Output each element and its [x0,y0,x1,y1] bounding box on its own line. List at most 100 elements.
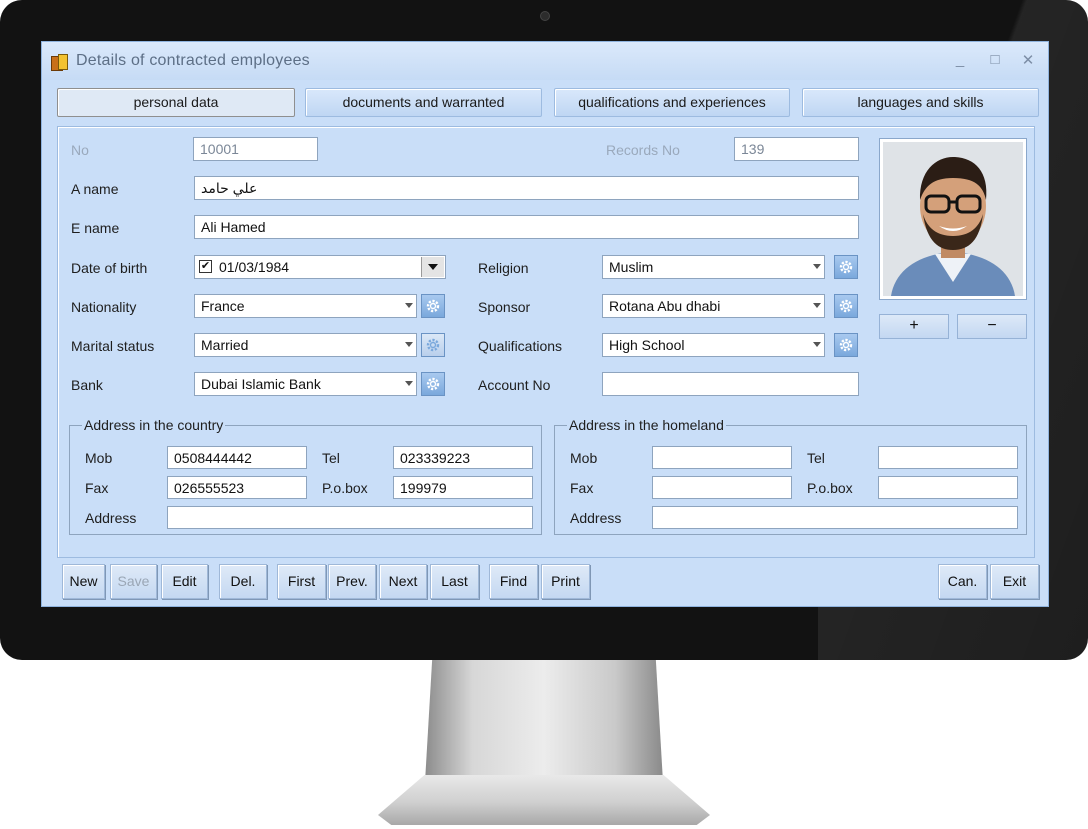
bank-select[interactable]: Dubai Islamic Bank [194,372,417,396]
religion-settings-button[interactable] [834,255,858,279]
homeland-address-field[interactable] [652,506,1018,529]
sponsor-settings-button[interactable] [834,294,858,318]
prev-button[interactable]: Prev. [328,564,376,599]
religion-select[interactable]: Muslim [602,255,825,279]
homeland-fax-field[interactable] [652,476,792,499]
chevron-down-icon [405,303,413,308]
address-homeland-title: Address in the homeland [567,417,726,433]
date-of-birth-label: Date of birth [71,260,148,276]
country-fax-label: Fax [85,480,109,496]
last-button[interactable]: Last [430,564,479,599]
close-button[interactable]: ✕ [1018,51,1038,69]
chevron-down-icon [405,381,413,386]
records-no-field[interactable]: 139 [734,137,859,161]
records-no-label: Records No [606,142,680,158]
tab-personal-data[interactable]: personal data [57,88,295,117]
date-enabled-checkbox[interactable]: ✔ [199,260,212,273]
new-button[interactable]: New [62,564,105,599]
find-button[interactable]: Find [489,564,538,599]
homeland-pobox-label: P.o.box [807,480,853,496]
maximize-button[interactable]: □ [985,51,1005,68]
tab-languages[interactable]: languages and skills [802,88,1039,117]
gear-icon [426,338,440,352]
homeland-pobox-field[interactable] [878,476,1018,499]
nationality-value: France [201,298,245,314]
e-name-label: E name [71,220,120,236]
chevron-down-icon [405,342,413,347]
minimize-button[interactable]: _ [950,51,970,68]
save-button[interactable]: Save [110,564,157,599]
country-address-label: Address [85,510,137,526]
employee-photo [879,138,1027,300]
religion-label: Religion [478,260,529,276]
chevron-down-icon [813,342,821,347]
country-mob-label: Mob [85,450,113,466]
tab-qualifications[interactable]: qualifications and experiences [554,88,790,117]
monitor-stand-neck [425,660,663,782]
religion-value: Muslim [609,259,654,275]
app-window: Details of contracted employees _ □ ✕ pe… [41,41,1049,607]
delete-button[interactable]: Del. [219,564,267,599]
account-no-label: Account No [478,377,551,393]
homeland-tel-label: Tel [807,450,825,466]
first-button[interactable]: First [277,564,326,599]
a-name-label: A name [71,181,119,197]
sponsor-select[interactable]: Rotana Abu dhabi [602,294,825,318]
sponsor-value: Rotana Abu dhabi [609,298,721,314]
homeland-mob-label: Mob [570,450,598,466]
marital-status-select[interactable]: Married [194,333,417,357]
marital-status-settings-button[interactable] [421,333,445,357]
country-fax-field[interactable]: 026555523 [167,476,307,499]
date-of-birth-value: 01/03/1984 [219,259,290,275]
gear-icon [426,377,440,391]
chevron-down-icon [813,303,821,308]
app-icon [50,52,68,71]
remove-photo-button[interactable]: − [957,314,1027,339]
homeland-fax-label: Fax [570,480,594,496]
account-no-field[interactable] [602,372,859,396]
marital-status-label: Marital status [71,338,155,354]
country-address-field[interactable] [167,506,533,529]
nationality-label: Nationality [71,299,137,315]
homeland-address-label: Address [570,510,622,526]
qualifications-label: Qualifications [478,338,563,354]
print-button[interactable]: Print [541,564,590,599]
no-label: No [71,142,89,158]
monitor-stand-base [378,775,710,825]
homeland-mob-field[interactable] [652,446,792,469]
qualifications-settings-button[interactable] [834,333,858,357]
next-button[interactable]: Next [379,564,427,599]
chevron-down-icon [813,264,821,269]
qualifications-value: High School [609,337,685,353]
homeland-tel-field[interactable] [878,446,1018,469]
bank-label: Bank [71,377,103,393]
address-country-title: Address in the country [82,417,226,433]
qualifications-select[interactable]: High School [602,333,825,357]
country-mob-field[interactable]: 0508444442 [167,446,307,469]
sponsor-label: Sponsor [478,299,531,315]
employee-photo-image [883,142,1023,296]
edit-button[interactable]: Edit [161,564,208,599]
country-tel-field[interactable]: 023339223 [393,446,533,469]
marital-status-value: Married [201,337,249,353]
e-name-field[interactable]: Ali Hamed [194,215,859,239]
country-pobox-label: P.o.box [322,480,368,496]
date-of-birth-picker[interactable]: ✔ 01/03/1984 [194,255,446,279]
a-name-field[interactable]: علي حامد [194,176,859,200]
gear-icon [839,260,853,274]
cancel-button[interactable]: Can. [938,564,987,599]
title-bar: Details of contracted employees _ □ ✕ [42,42,1048,80]
gear-icon [839,299,853,313]
add-photo-button[interactable]: + [879,314,949,339]
camera-icon [540,11,550,21]
exit-button[interactable]: Exit [990,564,1039,599]
bank-settings-button[interactable] [421,372,445,396]
country-tel-label: Tel [322,450,340,466]
calendar-dropdown-icon[interactable] [421,257,444,277]
window-title: Details of contracted employees [76,52,310,69]
no-field[interactable]: 10001 [193,137,318,161]
nationality-select[interactable]: France [194,294,417,318]
country-pobox-field[interactable]: 199979 [393,476,533,499]
nationality-settings-button[interactable] [421,294,445,318]
tab-documents[interactable]: documents and warranted [305,88,542,117]
